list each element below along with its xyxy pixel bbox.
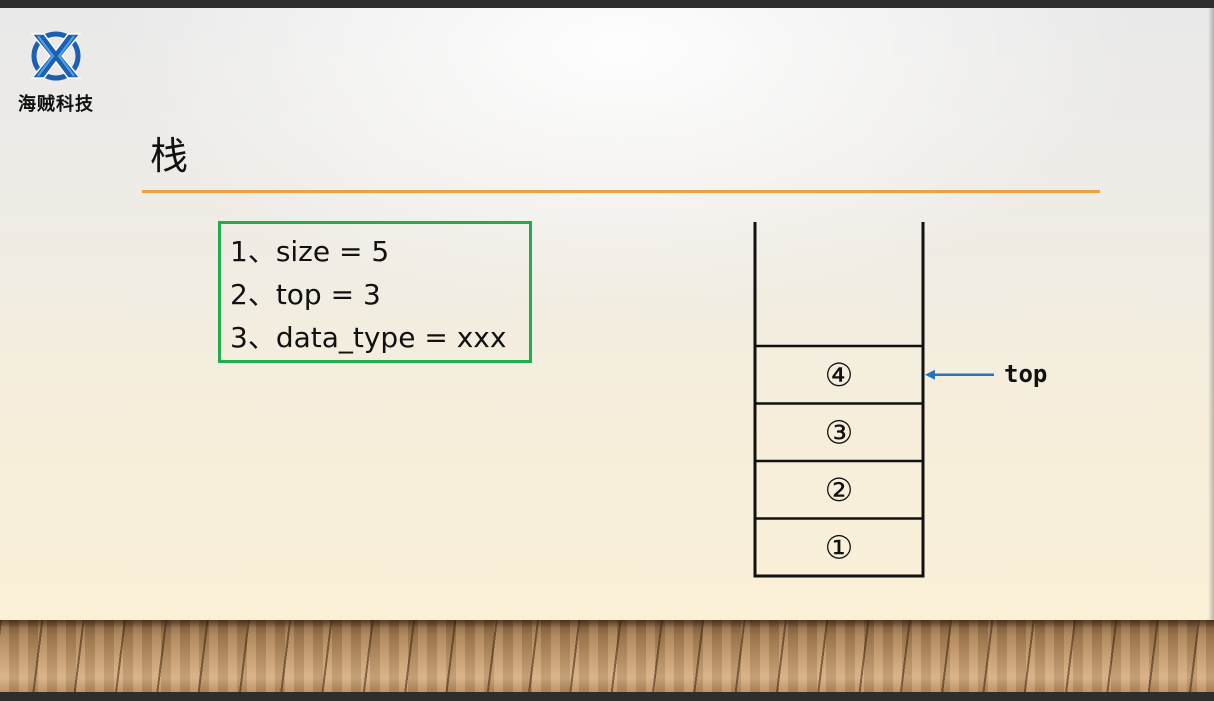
stack-slot-label: ① (825, 528, 854, 566)
slide: 海贼科技 栈 1、size = 5 2、top = 3 3、data_type … (0, 8, 1214, 692)
logo-text: 海贼科技 (18, 94, 94, 115)
bottom-bar (0, 692, 1214, 701)
stack-info-box: 1、size = 5 2、top = 3 3、data_type = xxx (218, 221, 532, 363)
stack-slot-label: ③ (825, 413, 854, 451)
title-underline (142, 190, 1100, 193)
top-pointer-label: top (1004, 360, 1047, 388)
info-top: 2、top = 3 (230, 278, 381, 311)
top-bar (0, 0, 1214, 8)
info-data-type: 3、data_type = xxx (230, 321, 507, 354)
slide-title: 栈 (150, 134, 189, 178)
wood-floor (0, 620, 1214, 692)
stack-diagram: ① ② ③ ④ top (753, 222, 1047, 578)
slide-edge-shadow (1208, 8, 1214, 692)
stack-slot-label: ④ (825, 356, 854, 394)
logo: 海贼科技 (8, 28, 104, 116)
top-pointer-arrowhead (925, 369, 935, 380)
info-size: 1、size = 5 (230, 235, 390, 268)
x-circle-logo-icon (30, 31, 82, 81)
stack-slot-label: ② (825, 471, 854, 509)
